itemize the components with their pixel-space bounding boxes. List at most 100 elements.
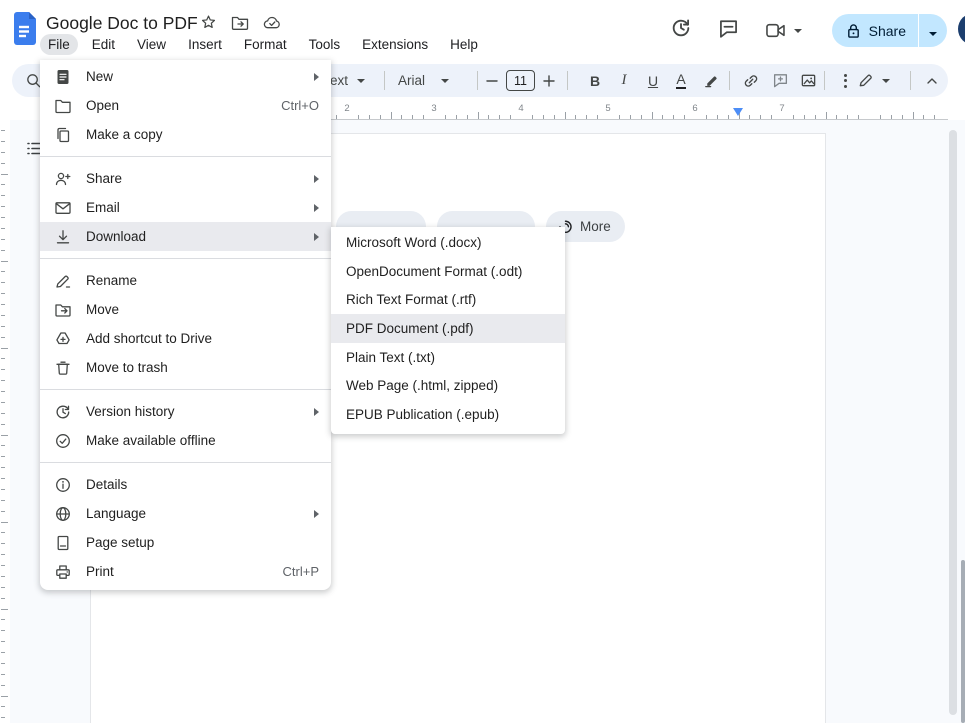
menu-item-move[interactable]: Move xyxy=(40,295,331,324)
submenu-arrow-icon xyxy=(314,408,319,416)
menu-item-new[interactable]: New xyxy=(40,62,331,91)
insert-image-icon[interactable] xyxy=(795,64,821,97)
menu-edit[interactable]: Edit xyxy=(84,34,123,55)
submenu-arrow-icon xyxy=(314,510,319,518)
increase-font-size-button[interactable] xyxy=(539,64,559,97)
version-history-icon xyxy=(54,403,72,421)
submenu-item-pdf[interactable]: PDF Document (.pdf) xyxy=(331,314,565,343)
submenu-item-epub[interactable]: EPUB Publication (.epub) xyxy=(331,400,565,429)
copy-icon xyxy=(54,126,72,144)
offline-check-icon xyxy=(54,432,72,450)
italic-button[interactable]: I xyxy=(612,64,636,97)
submenu-item-txt[interactable]: Plain Text (.txt) xyxy=(331,343,565,372)
document-title[interactable]: Google Doc to PDF xyxy=(46,13,198,34)
decrease-font-size-button[interactable] xyxy=(482,64,502,97)
menu-divider xyxy=(40,389,331,390)
submenu-item-odt[interactable]: OpenDocument Format (.odt) xyxy=(331,257,565,286)
print-icon xyxy=(54,563,72,581)
menu-tools[interactable]: Tools xyxy=(301,34,349,55)
version-history-icon[interactable] xyxy=(670,17,692,44)
star-icon[interactable] xyxy=(200,14,217,36)
toolbar-divider xyxy=(477,71,478,90)
toolbar-divider xyxy=(384,71,385,90)
menu-item-page-setup[interactable]: Page setup xyxy=(40,528,331,557)
share-dropdown[interactable] xyxy=(919,23,947,39)
font-family-select[interactable]: Arial xyxy=(398,64,449,97)
comments-icon[interactable] xyxy=(718,18,739,44)
download-submenu: Microsoft Word (.docx) OpenDocument Form… xyxy=(331,227,565,434)
share-main[interactable]: Share xyxy=(832,23,918,39)
info-icon xyxy=(54,476,72,494)
move-folder-icon xyxy=(54,301,72,319)
paragraph-style-select[interactable]: ext xyxy=(330,64,365,97)
menu-file[interactable]: File xyxy=(40,34,78,55)
meet-dropdown-caret[interactable] xyxy=(794,29,802,33)
hide-menus-button[interactable] xyxy=(917,64,947,97)
menu-item-details[interactable]: Details xyxy=(40,470,331,499)
highlight-color-button[interactable] xyxy=(698,64,724,97)
menu-item-language[interactable]: Language xyxy=(40,499,331,528)
shortcut-label: Ctrl+O xyxy=(281,98,319,113)
google-docs-logo-icon[interactable] xyxy=(12,12,36,45)
shortcut-label: Ctrl+P xyxy=(283,564,319,579)
account-avatar[interactable] xyxy=(958,13,965,45)
menu-bar: File Edit View Insert Format Tools Exten… xyxy=(40,34,486,55)
move-folder-icon[interactable] xyxy=(231,15,249,36)
more-options-icon[interactable] xyxy=(834,64,856,97)
toolbar-divider xyxy=(567,71,568,90)
cloud-saved-icon[interactable] xyxy=(263,15,282,35)
file-menu-dropdown: New OpenCtrl+O Make a copy Share Email D… xyxy=(40,60,331,590)
menu-divider xyxy=(40,156,331,157)
insert-link-icon[interactable] xyxy=(738,64,764,97)
menu-item-email[interactable]: Email xyxy=(40,193,331,222)
menu-divider xyxy=(40,258,331,259)
submenu-item-html[interactable]: Web Page (.html, zipped) xyxy=(331,371,565,400)
more-chip-label: More xyxy=(580,219,611,234)
globe-icon xyxy=(54,505,72,523)
submenu-arrow-icon xyxy=(314,73,319,81)
font-size-input[interactable]: 11 xyxy=(506,64,535,97)
bold-button[interactable]: B xyxy=(583,64,607,97)
drive-shortcut-icon xyxy=(54,330,72,348)
underline-button[interactable]: U xyxy=(641,64,665,97)
menu-item-rename[interactable]: Rename xyxy=(40,266,331,295)
menu-item-version-history[interactable]: Version history xyxy=(40,397,331,426)
open-folder-icon xyxy=(54,97,72,115)
menu-insert[interactable]: Insert xyxy=(180,34,230,55)
menu-item-move-to-trash[interactable]: Move to trash xyxy=(40,353,331,382)
submenu-item-docx[interactable]: Microsoft Word (.docx) xyxy=(331,228,565,257)
meet-video-icon[interactable] xyxy=(765,22,802,39)
editing-mode-select[interactable] xyxy=(857,64,890,97)
right-indent-marker[interactable] xyxy=(733,108,743,116)
vertical-ruler[interactable] xyxy=(0,120,10,723)
menu-item-make-available-offline[interactable]: Make available offline xyxy=(40,426,331,455)
toolbar-divider xyxy=(910,71,911,90)
toolbar-divider xyxy=(729,71,730,90)
menu-divider xyxy=(40,462,331,463)
google-docs-window: Google Doc to PDF File Edit View Insert … xyxy=(0,0,965,723)
new-document-icon xyxy=(54,68,72,86)
window-scrollbar[interactable] xyxy=(961,560,965,723)
menu-item-open[interactable]: OpenCtrl+O xyxy=(40,91,331,120)
add-comment-icon[interactable] xyxy=(767,64,793,97)
trash-icon xyxy=(54,359,72,377)
menu-help[interactable]: Help xyxy=(442,34,486,55)
menu-item-make-a-copy[interactable]: Make a copy xyxy=(40,120,331,149)
share-button[interactable]: Share xyxy=(832,14,947,47)
menu-item-print[interactable]: PrintCtrl+P xyxy=(40,557,331,586)
submenu-arrow-icon xyxy=(314,175,319,183)
text-color-button[interactable]: A xyxy=(669,64,693,97)
page-setup-icon xyxy=(54,534,72,552)
menu-item-add-shortcut-to-drive[interactable]: Add shortcut to Drive xyxy=(40,324,331,353)
toolbar-divider xyxy=(824,71,825,90)
menu-item-download[interactable]: Download xyxy=(40,222,331,251)
menu-format[interactable]: Format xyxy=(236,34,295,55)
document-scrollbar[interactable] xyxy=(949,130,957,715)
submenu-item-rtf[interactable]: Rich Text Format (.rtf) xyxy=(331,285,565,314)
person-add-icon xyxy=(54,170,72,188)
menu-view[interactable]: View xyxy=(129,34,174,55)
email-icon xyxy=(54,199,72,217)
menu-item-share[interactable]: Share xyxy=(40,164,331,193)
menu-extensions[interactable]: Extensions xyxy=(354,34,436,55)
submenu-arrow-icon xyxy=(314,233,319,241)
